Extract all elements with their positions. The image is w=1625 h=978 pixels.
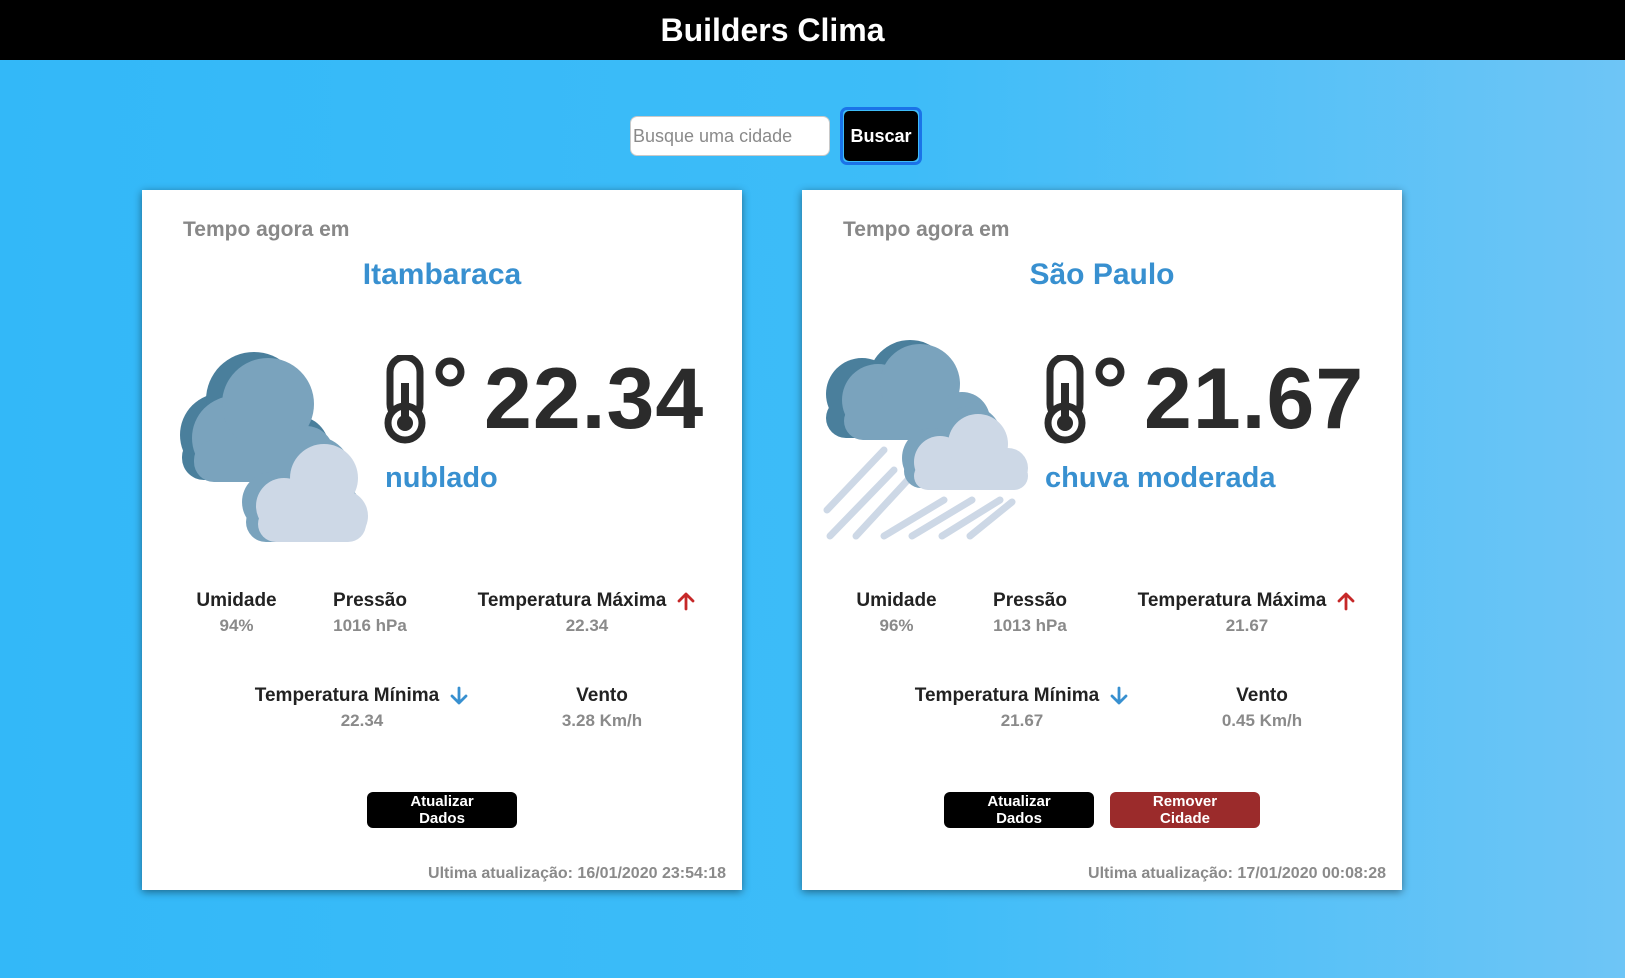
max-temp-label: Temperatura Máxima	[477, 590, 667, 611]
arrow-down-icon	[1110, 686, 1128, 705]
wind-value: 0.45 Km/h	[1221, 711, 1303, 730]
wind-value: 3.28 Km/h	[561, 711, 643, 730]
weather-description: chuva moderada	[1045, 462, 1276, 494]
min-temp-label: Temperatura Mínima	[914, 685, 1100, 706]
temperature-value: 22.34	[484, 351, 705, 447]
max-temp-stat: Temperatura Máxima 21.67	[1122, 590, 1372, 636]
max-temp-value: 22.34	[565, 616, 609, 635]
pressure-label: Pressão	[333, 590, 407, 611]
humidity-label: Umidade	[856, 590, 937, 611]
humidity-stat: Umidade 94%	[194, 590, 279, 636]
remove-city-button[interactable]: Remover Cidade	[1110, 792, 1260, 828]
max-temp-stat: Temperatura Máxima 22.34	[462, 590, 712, 636]
rain-cloud-icon	[823, 340, 1028, 540]
arrow-up-icon	[1337, 592, 1355, 611]
search-bar: Buscar	[630, 107, 922, 165]
cloudy-icon	[180, 352, 368, 542]
last-update-text: Ultima atualização: 16/01/2020 23:54:18	[428, 865, 726, 882]
pressure-value: 1016 hPa	[333, 616, 407, 635]
city-name: São Paulo	[1029, 258, 1175, 291]
min-temp-stat: Temperatura Mínima 22.34	[242, 685, 482, 731]
card-heading: Tempo agora em	[843, 218, 1010, 241]
update-data-button[interactable]: Atualizar Dados	[944, 792, 1094, 828]
card-heading: Tempo agora em	[183, 218, 350, 241]
min-temp-label: Temperatura Mínima	[254, 685, 440, 706]
temperature-value: 21.67	[1144, 351, 1365, 447]
min-temp-value: 21.67	[1000, 711, 1044, 730]
max-temp-value: 21.67	[1225, 616, 1269, 635]
weather-card: Tempo agora em São Paulo 21.67 chuva mod…	[802, 190, 1402, 890]
pressure-stat: Pressão 1016 hPa	[325, 590, 415, 636]
wind-label: Vento	[576, 685, 628, 706]
card-actions: Atualizar Dados	[142, 792, 742, 828]
humidity-stat: Umidade 96%	[854, 590, 939, 636]
card-actions: Atualizar Dados Remover Cidade	[802, 792, 1402, 828]
humidity-value: 94%	[219, 616, 254, 635]
min-temp-stat: Temperatura Mínima 21.67	[902, 685, 1142, 731]
thermometer-icon	[384, 355, 465, 444]
arrow-up-icon	[677, 592, 695, 611]
city-name: Itambaraca	[362, 258, 522, 291]
last-update-text: Ultima atualização: 17/01/2020 00:08:28	[1088, 865, 1386, 882]
min-temp-value: 22.34	[340, 711, 384, 730]
max-temp-label: Temperatura Máxima	[1137, 590, 1327, 611]
app-title: Builders Clima	[660, 12, 885, 48]
update-data-button[interactable]: Atualizar Dados	[367, 792, 517, 828]
pressure-value: 1013 hPa	[993, 616, 1067, 635]
humidity-label: Umidade	[196, 590, 277, 611]
search-button[interactable]: Buscar	[844, 111, 918, 161]
pressure-stat: Pressão 1013 hPa	[985, 590, 1075, 636]
search-input[interactable]	[630, 116, 830, 156]
humidity-value: 96%	[879, 616, 914, 635]
weather-description: nublado	[385, 462, 498, 494]
wind-label: Vento	[1236, 685, 1288, 706]
wind-stat: Vento 3.28 Km/h	[552, 685, 652, 731]
app-header: Builders Clima	[0, 0, 1625, 60]
pressure-label: Pressão	[993, 590, 1067, 611]
search-button-focus-ring: Buscar	[840, 107, 922, 165]
thermometer-icon	[1044, 355, 1125, 444]
weather-card: Tempo agora em Itambaraca 22.34 nublado …	[142, 190, 742, 890]
wind-stat: Vento 0.45 Km/h	[1212, 685, 1312, 731]
arrow-down-icon	[450, 686, 468, 705]
